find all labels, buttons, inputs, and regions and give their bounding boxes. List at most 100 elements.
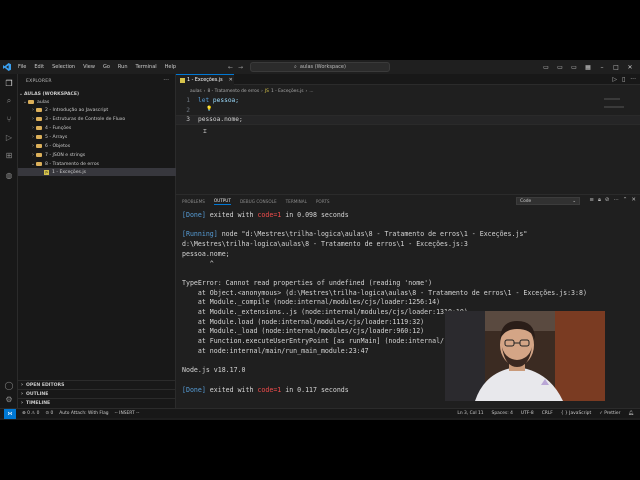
output-line: [Done] exited with code=1 in 0.098 secon… bbox=[182, 211, 349, 219]
menu-selection[interactable]: Selection bbox=[48, 64, 79, 70]
title-bar: File Edit Selection View Go Run Terminal… bbox=[0, 60, 640, 74]
source-control-icon[interactable]: ⑂ bbox=[4, 114, 14, 124]
more-actions-icon[interactable]: ··· bbox=[614, 197, 619, 204]
chevron-right-icon: › bbox=[203, 88, 206, 94]
tree-folder[interactable]: › 7 - JSON e strings bbox=[18, 151, 176, 159]
run-code-icon[interactable]: ▷ bbox=[612, 76, 617, 83]
breadcrumb-item[interactable]: ... bbox=[309, 89, 313, 94]
lock-icon[interactable]: 🔒︎ bbox=[598, 197, 601, 204]
breadcrumb-item[interactable]: 8 - Tratamento de erros bbox=[207, 89, 259, 94]
tree-label: 7 - JSON e strings bbox=[45, 152, 86, 158]
broadcast-icon: ⊙ bbox=[45, 411, 50, 416]
command-center-search[interactable]: ⌕ aulas (Workspace) bbox=[250, 62, 390, 72]
prettier-status[interactable]: ✓ Prettier bbox=[599, 411, 620, 416]
toggle-sidebar-icon[interactable]: ▭ bbox=[542, 64, 550, 71]
run-debug-icon[interactable]: ▷ bbox=[4, 132, 14, 142]
section-outline[interactable]: › OUTLINE bbox=[18, 389, 176, 398]
explorer-files-icon[interactable]: ❐ bbox=[4, 78, 14, 88]
auto-attach-status[interactable]: Auto Attach: With Flag bbox=[59, 411, 108, 416]
tree-folder[interactable]: › 6 - Objetos bbox=[18, 142, 176, 150]
remote-indicator-icon[interactable]: ⋈ bbox=[4, 408, 16, 419]
section-label: TIMELINE bbox=[26, 400, 51, 406]
folder-icon bbox=[36, 144, 42, 148]
line-number: 1 bbox=[186, 97, 190, 105]
tree-folder-open[interactable]: ⌄ 8 - Tratamento de erros bbox=[18, 160, 176, 168]
tree-folder-aulas[interactable]: ⌄ aulas bbox=[18, 98, 176, 106]
section-timeline[interactable]: › TIMELINE bbox=[18, 398, 176, 407]
line-ending[interactable]: CRLF bbox=[542, 411, 553, 416]
chevron-right-icon: › bbox=[305, 88, 308, 94]
encoding[interactable]: UTF-8 bbox=[521, 411, 534, 416]
tree-label: 3 - Estruturas de Controle de Fluxo bbox=[45, 116, 126, 122]
breadcrumb-item[interactable]: aulas bbox=[190, 89, 202, 94]
tab-output[interactable]: OUTPUT bbox=[213, 198, 231, 205]
account-icon[interactable]: ◯ bbox=[4, 380, 14, 390]
filter-icon[interactable]: ≡ bbox=[589, 197, 594, 204]
tab-ports[interactable]: PORTS bbox=[316, 199, 330, 204]
output-line: at Module._compile (node:internal/module… bbox=[182, 298, 441, 307]
arrow-left-icon[interactable]: ← bbox=[228, 64, 233, 71]
tree-folder[interactable]: › 3 - Estruturas de Controle de Fluxo bbox=[18, 115, 176, 123]
tab-problems[interactable]: PROBLEMS bbox=[182, 199, 205, 204]
tree-label: aulas bbox=[37, 99, 50, 105]
code-line: 1 let pessoa; bbox=[176, 96, 640, 106]
close-tab-icon[interactable]: ✕ bbox=[229, 77, 233, 83]
section-open-editors[interactable]: › OPEN EDITORS bbox=[18, 380, 176, 389]
menu-view[interactable]: View bbox=[79, 64, 99, 70]
tree-folder[interactable]: › 5 - Arrays bbox=[18, 133, 176, 141]
tree-file-selected[interactable]: JS 1 - Exceções.js bbox=[18, 168, 176, 176]
toggle-panel-icon[interactable]: ▭ bbox=[556, 64, 564, 71]
output-status-tag: [Done] bbox=[182, 385, 206, 394]
menu-run[interactable]: Run bbox=[114, 64, 132, 70]
chevron-down-icon: ⌄ bbox=[572, 198, 576, 204]
ports-count[interactable]: ⊙ 0 bbox=[45, 411, 53, 416]
indentation[interactable]: Spaces: 4 bbox=[492, 411, 513, 416]
folder-icon bbox=[36, 126, 42, 130]
section-label: OPEN EDITORS bbox=[26, 382, 65, 388]
search-icon: ⌕ bbox=[294, 64, 297, 70]
menu-go[interactable]: Go bbox=[99, 64, 114, 70]
manage-gear-icon[interactable]: ⚙ bbox=[4, 394, 14, 404]
more-actions-icon[interactable]: ··· bbox=[163, 77, 169, 84]
close-icon[interactable]: ✕ bbox=[626, 64, 634, 71]
output-channel-select[interactable]: Code ⌄ bbox=[516, 197, 580, 205]
folder-icon bbox=[36, 117, 42, 121]
language-mode[interactable]: { } JavaScript bbox=[561, 411, 591, 416]
workspace-section[interactable]: ⌄ AULAS (WORKSPACE) bbox=[18, 90, 176, 98]
menu-edit[interactable]: Edit bbox=[30, 64, 48, 70]
extensions-icon[interactable]: ⊞ bbox=[4, 150, 14, 160]
tree-folder[interactable]: › 4 - Funções bbox=[18, 124, 176, 132]
breadcrumb-item[interactable]: 1 - Exceções.js bbox=[271, 89, 304, 94]
menu-terminal[interactable]: Terminal bbox=[132, 64, 161, 70]
split-editor-icon[interactable]: ▯ bbox=[622, 76, 625, 83]
tab-exceptions-js[interactable]: 1 - Exceções.js ✕ bbox=[176, 74, 234, 85]
menu-help[interactable]: Help bbox=[161, 64, 180, 70]
minimize-icon[interactable]: – bbox=[598, 64, 606, 71]
tree-folder[interactable]: › 2 - Introdução ao Javascript bbox=[18, 106, 176, 114]
maximize-icon[interactable]: □ bbox=[612, 64, 620, 71]
vscode-logo-icon bbox=[0, 60, 14, 74]
tab-terminal[interactable]: TERMINAL bbox=[286, 199, 307, 204]
minimap[interactable] bbox=[600, 96, 640, 156]
more-actions-icon[interactable]: ··· bbox=[630, 76, 636, 83]
notifications-bell-icon[interactable]: 🔔︎ bbox=[628, 411, 634, 416]
tree-label: 8 - Tratamento de erros bbox=[45, 161, 100, 167]
tree-label: 2 - Introdução ao Javascript bbox=[45, 107, 109, 113]
maximize-panel-icon[interactable]: ⌃ bbox=[623, 197, 628, 204]
toggle-secondary-sidebar-icon[interactable]: ▭ bbox=[570, 64, 578, 71]
search-icon[interactable]: ⌕ bbox=[4, 96, 14, 106]
close-panel-icon[interactable]: ✕ bbox=[631, 197, 636, 204]
chevron-right-icon: › bbox=[20, 391, 24, 397]
status-bar: ⋈ ⊗ 0 ⚠ 0 ⊙ 0 Auto Attach: With Flag -- … bbox=[0, 408, 640, 419]
problems-count[interactable]: ⊗ 0 ⚠ 0 bbox=[22, 411, 39, 416]
cursor-position[interactable]: Ln 3, Col 11 bbox=[457, 411, 483, 416]
menu-file[interactable]: File bbox=[14, 64, 30, 70]
arrow-right-icon[interactable]: → bbox=[238, 64, 243, 71]
clear-output-icon[interactable]: ⊘ bbox=[605, 197, 610, 204]
remote-explorer-icon[interactable]: ◍ bbox=[4, 170, 14, 180]
code-editor[interactable]: 1 let pessoa; 💡 2 3 pessoa.nome; ⌶ bbox=[176, 96, 640, 194]
tab-debug-console[interactable]: DEBUG CONSOLE bbox=[240, 199, 277, 204]
layout-icon[interactable]: ▦ bbox=[584, 64, 592, 71]
